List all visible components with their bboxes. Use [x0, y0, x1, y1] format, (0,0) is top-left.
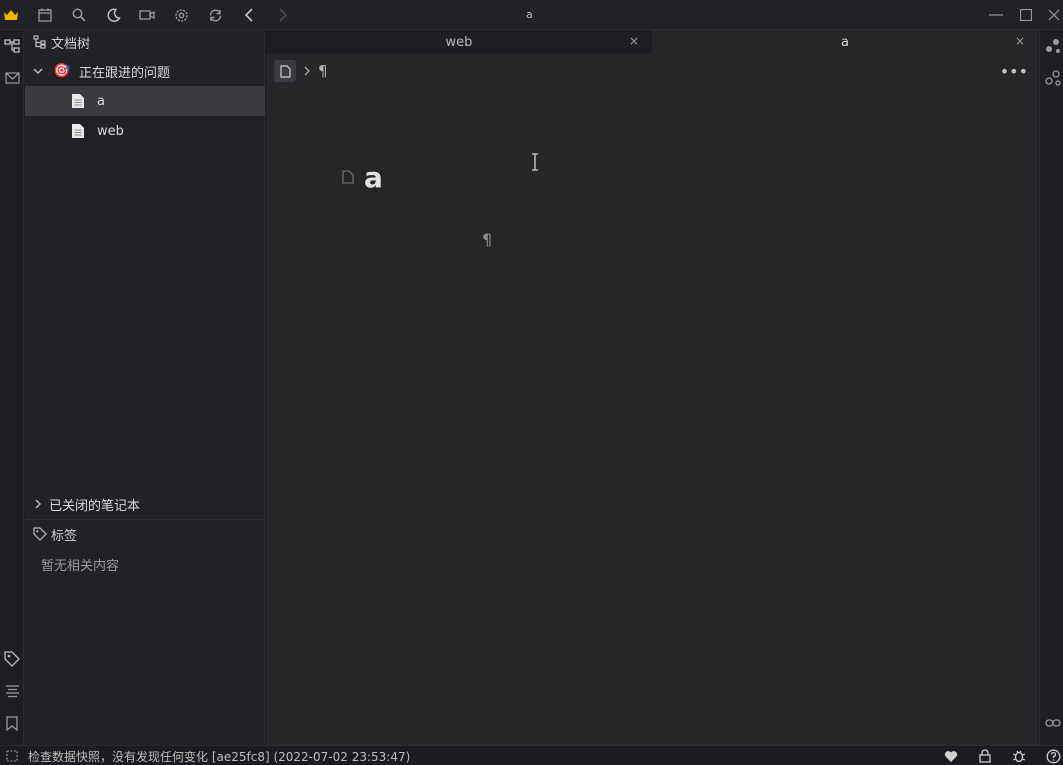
- tree-icon[interactable]: [3, 37, 21, 55]
- notebook-emoji-icon: 🎯: [53, 63, 71, 79]
- global-graph-icon[interactable]: [1044, 69, 1062, 87]
- tree-item-web[interactable]: web: [25, 116, 265, 146]
- sidebar: 文档树 🎯 正在跟进的问题 a web 已关闭的笔记本 标签 暂无相关内容: [25, 30, 265, 745]
- graph-icon[interactable]: [1044, 37, 1062, 55]
- heart-icon[interactable]: [942, 747, 960, 765]
- tab-label: a: [841, 34, 849, 50]
- calendar-icon[interactable]: [36, 6, 54, 24]
- document-icon[interactable]: [342, 170, 354, 184]
- crown-icon[interactable]: [2, 6, 20, 24]
- moon-icon[interactable]: [104, 6, 122, 24]
- window-title: a: [526, 8, 533, 21]
- more-icon[interactable]: •••: [1000, 62, 1028, 81]
- forward-icon[interactable]: [274, 6, 292, 24]
- breadcrumb-paragraph[interactable]: ¶: [318, 62, 328, 80]
- document-icon: [72, 124, 84, 138]
- tree-item-label: web: [97, 123, 124, 139]
- sidebar-title: 文档树: [51, 36, 91, 52]
- lock-icon[interactable]: [976, 747, 994, 765]
- tab-a[interactable]: a ×: [652, 30, 1038, 54]
- sync-icon[interactable]: [206, 6, 224, 24]
- bookmark-icon[interactable]: [3, 714, 21, 732]
- left-dock: [0, 30, 24, 745]
- breadcrumb: ¶: [274, 60, 328, 82]
- search-icon[interactable]: [70, 6, 88, 24]
- document-title[interactable]: a: [342, 164, 383, 192]
- tags-header: 标签: [25, 522, 265, 546]
- sidebar-divider: [25, 519, 265, 520]
- tag-icon: [33, 527, 47, 541]
- tags-title: 标签: [51, 528, 78, 544]
- outline-icon[interactable]: [3, 682, 21, 700]
- document-icon: [72, 94, 84, 108]
- closed-notebooks-label: 已关闭的笔记本: [49, 498, 141, 514]
- closed-notebooks-row[interactable]: 已关闭的笔记本: [25, 489, 265, 519]
- close-window-icon[interactable]: [1045, 6, 1063, 24]
- tree-icon: [33, 35, 46, 49]
- document-title-text[interactable]: a: [364, 164, 383, 192]
- tab-bar: web × a ×: [266, 30, 1038, 54]
- status-message: 检查数据快照，没有发现任何变化 [ae25fc8] (2022-07-02 23…: [28, 750, 411, 764]
- text-cursor-icon: [532, 153, 538, 171]
- help-icon[interactable]: [1044, 747, 1062, 765]
- close-icon[interactable]: ×: [1014, 34, 1026, 48]
- right-dock: [1039, 30, 1063, 745]
- tab-label: web: [445, 34, 473, 50]
- chevron-right-icon: [300, 64, 314, 78]
- backlink-icon[interactable]: [1044, 714, 1062, 732]
- bug-icon[interactable]: [1010, 747, 1028, 765]
- video-icon[interactable]: [138, 6, 156, 24]
- tab-web[interactable]: web ×: [266, 30, 652, 54]
- tag-icon[interactable]: [3, 650, 21, 668]
- fullscreen-icon[interactable]: [3, 747, 21, 765]
- sidebar-header: 文档树: [25, 30, 265, 54]
- tree-item-a[interactable]: a: [25, 86, 265, 116]
- chevron-down-icon[interactable]: [31, 64, 45, 78]
- status-bar: 检查数据快照，没有发现任何变化 [ae25fc8] (2022-07-02 23…: [0, 745, 1063, 765]
- gear-icon[interactable]: [172, 6, 190, 24]
- paragraph-block-mark[interactable]: ¶: [482, 230, 492, 249]
- tags-empty-text: 暂无相关内容: [41, 559, 120, 574]
- notebook-name: 正在跟进的问题: [79, 65, 171, 81]
- chevron-right-icon[interactable]: [31, 497, 45, 511]
- file-icon[interactable]: [274, 60, 296, 82]
- top-toolbar: a: [0, 0, 1063, 30]
- inbox-icon[interactable]: [3, 69, 21, 87]
- tree-item-label: a: [97, 93, 105, 109]
- editor[interactable]: ¶ ••• a ¶: [266, 54, 1038, 745]
- close-icon[interactable]: ×: [628, 34, 640, 48]
- notebook-row[interactable]: 🎯 正在跟进的问题: [25, 56, 265, 86]
- maximize-icon[interactable]: [1017, 6, 1035, 24]
- minimize-icon[interactable]: [987, 6, 1005, 24]
- back-icon[interactable]: [240, 6, 258, 24]
